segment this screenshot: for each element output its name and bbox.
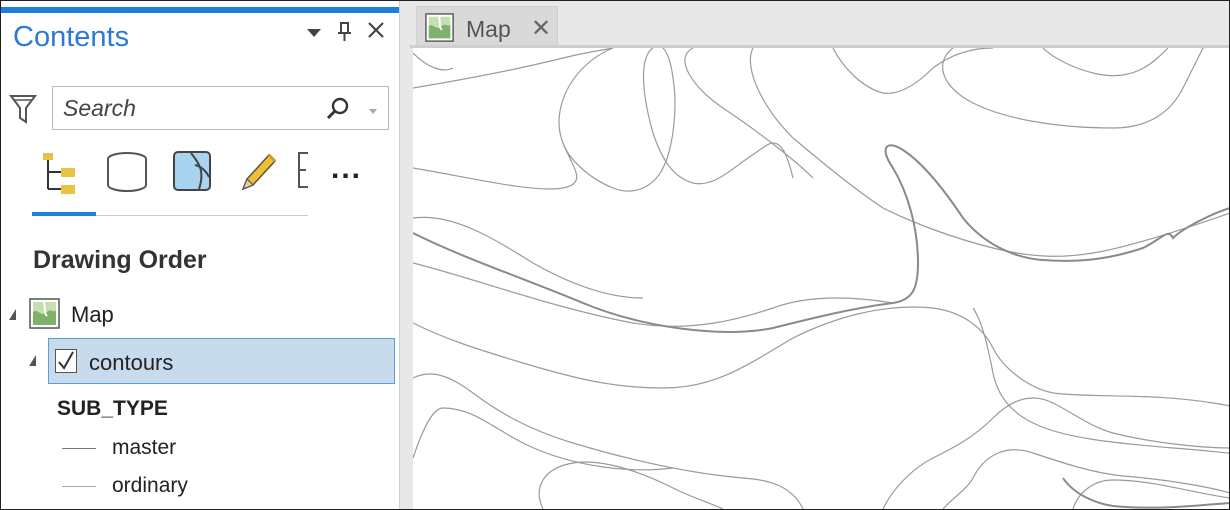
legend-line-ordinary-icon — [62, 486, 96, 487]
pane-title: Contents — [13, 21, 130, 53]
data-source-icon[interactable] — [105, 147, 151, 202]
search-input[interactable] — [63, 95, 313, 122]
more-options-button[interactable]: ... — [331, 154, 362, 184]
contour-lines — [413, 48, 1229, 509]
pane-menu-icon[interactable] — [307, 29, 321, 37]
map-canvas[interactable] — [413, 48, 1229, 509]
filter-icon[interactable] — [9, 93, 37, 132]
drawing-order-icon[interactable] — [41, 147, 87, 202]
pencil-icon[interactable] — [235, 147, 281, 202]
legend-label-ordinary: ordinary — [112, 474, 188, 497]
map-icon — [425, 13, 455, 48]
close-tab-icon[interactable]: ✕ — [531, 14, 551, 43]
pin-icon[interactable] — [336, 21, 354, 48]
layer-visibility-checkbox[interactable] — [55, 349, 77, 373]
collapse-arrow-icon[interactable] — [29, 355, 36, 366]
app-frame: Contents Search ... Drawing Order Map co… — [0, 0, 1230, 510]
tree-item-contours[interactable]: contours — [48, 338, 395, 384]
map-label: Map — [71, 302, 114, 327]
pane-accent-bar — [1, 7, 399, 13]
legend-label-master: master — [112, 436, 177, 459]
snapping-icon[interactable] — [297, 147, 311, 202]
drawing-order-heading: Drawing Order — [33, 246, 207, 274]
contents-pane: Contents Search ... Drawing Order Map co… — [1, 1, 400, 509]
search-icon[interactable] — [325, 96, 351, 127]
map-tab[interactable]: Map ✕ — [416, 6, 558, 47]
selection-icon[interactable] — [171, 147, 217, 202]
collapse-arrow-icon[interactable] — [9, 309, 16, 320]
legend-line-master-icon — [62, 448, 96, 449]
map-tab-label: Map — [466, 16, 511, 42]
map-view: Map ✕ — [400, 1, 1229, 509]
search-dropdown-icon[interactable] — [369, 109, 377, 114]
search-box — [52, 86, 389, 130]
active-tab-indicator — [32, 212, 96, 216]
tree-item-map[interactable]: Map — [1, 297, 399, 333]
layer-label: contours — [89, 350, 174, 375]
map-icon — [29, 298, 61, 335]
close-icon[interactable] — [365, 19, 387, 46]
symbology-field-name: SUB_TYPE — [57, 397, 168, 420]
view-tab-bar — [31, 147, 311, 197]
